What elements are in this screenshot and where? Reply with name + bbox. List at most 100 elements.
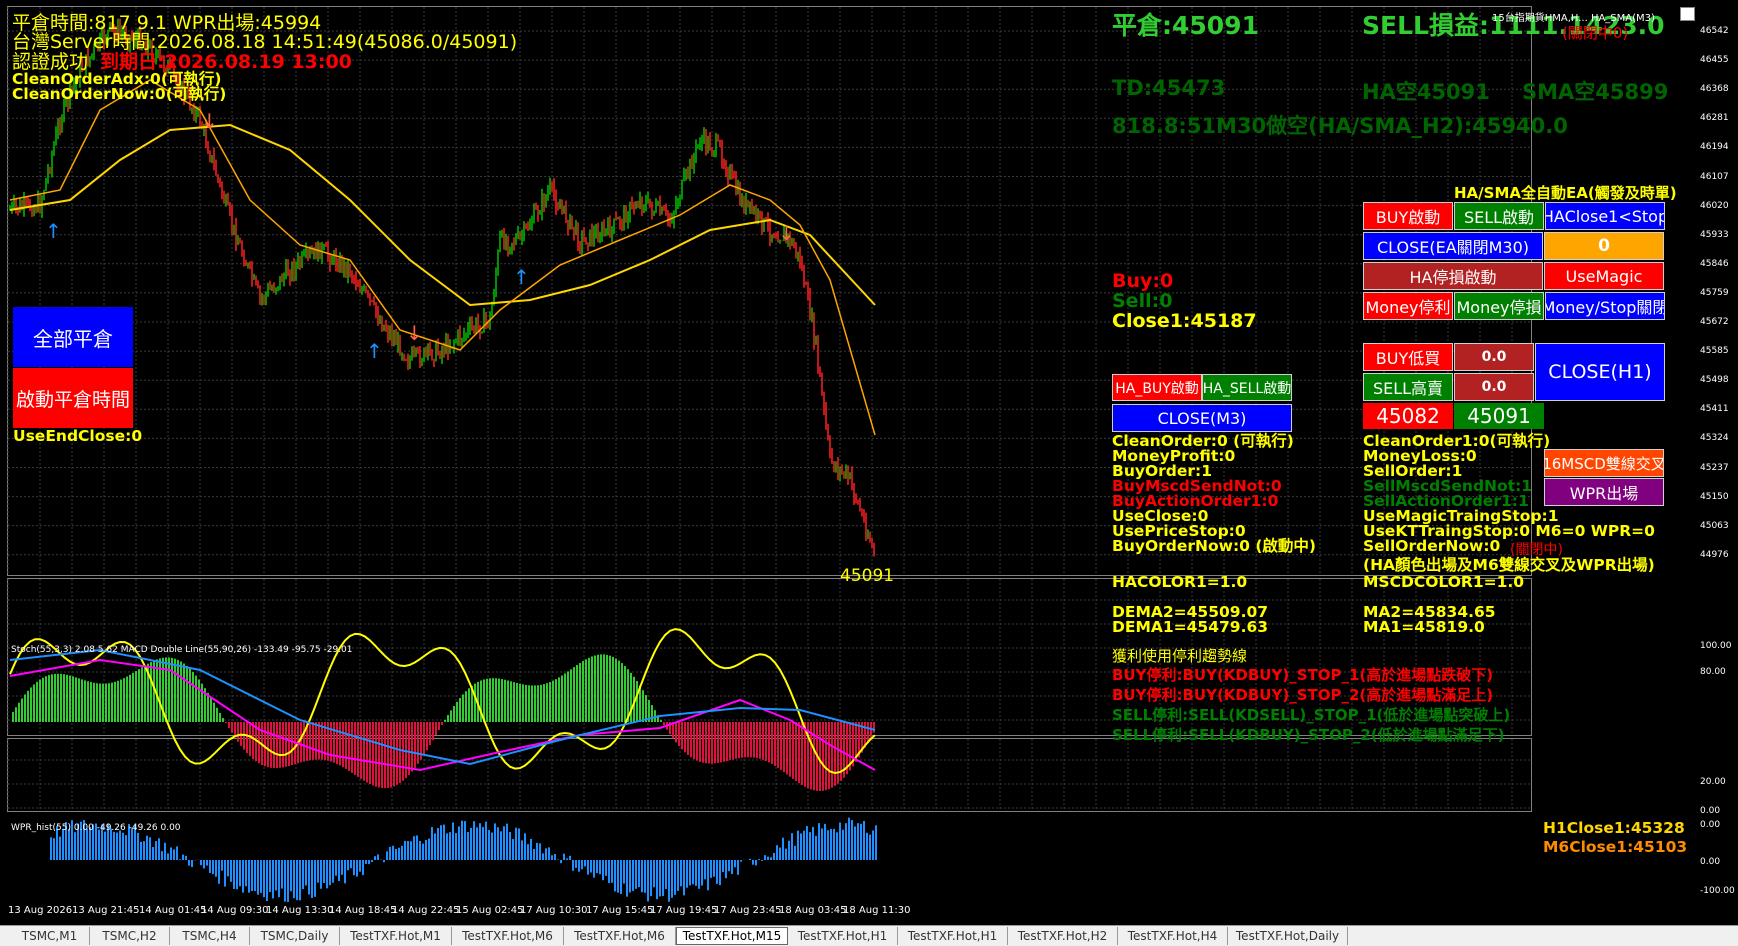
time-tick: 18 Aug 11:30 — [843, 905, 910, 916]
price-tick: 45759 — [1700, 288, 1738, 298]
buy-low-value[interactable]: 0.0 — [1454, 343, 1534, 371]
stoch-tick: 80.00 — [1700, 667, 1738, 677]
close-m3-button[interactable]: CLOSE(M3) — [1112, 404, 1292, 432]
ma1-value: MA1=45819.0 — [1363, 620, 1485, 635]
hacolor-value: HACOLOR1=1.0 — [1112, 575, 1247, 590]
chart-tab[interactable]: TestTXF.Hot,H2 — [1008, 927, 1118, 945]
stoch-tick: 0.00 — [1700, 806, 1738, 816]
close-h1-button[interactable]: CLOSE(H1) — [1535, 343, 1665, 401]
price-tick: 46107 — [1700, 172, 1738, 182]
stoch-label: Stoch(55,3,3) 2.08 5.62 MACD Double Line… — [11, 645, 353, 655]
price-tick: 44976 — [1700, 550, 1738, 560]
close-ea-button[interactable]: CLOSE(EA關閉M30) — [1363, 232, 1543, 260]
chart-tab[interactable]: TestTXF.Hot,H1 — [898, 927, 1008, 945]
chart-tab[interactable]: TSMC,H2 — [90, 927, 170, 945]
chart-tab[interactable]: TestTXF.Hot,H4 — [1118, 927, 1228, 945]
time-tick: 15 Aug 02:45 — [456, 905, 523, 916]
haclose-stop-button[interactable]: HAClose1<Stop — [1545, 202, 1665, 230]
wpr-tick: 0.00 — [1700, 820, 1738, 830]
sell-count: Sell:0 — [1112, 290, 1172, 312]
trend-line: SELL停利:SELL(KDSELL)_STOP_1(低於進場點突破上) — [1112, 704, 1510, 725]
chart-tab[interactable]: TestTXF.Hot,M6 — [564, 927, 676, 945]
price-tick: 45933 — [1700, 230, 1738, 240]
sell-start-button[interactable]: SELL啟動 — [1454, 202, 1544, 230]
use-end-close: UseEndClose:0 — [13, 429, 142, 444]
chart-tab[interactable]: TSMC,Daily — [250, 927, 340, 945]
price-tick: 45411 — [1700, 404, 1738, 414]
money-stop-button[interactable]: Money/Stop關閉 — [1545, 292, 1665, 320]
close-window-icon[interactable] — [1680, 7, 1695, 21]
price-tick: 45063 — [1700, 521, 1738, 531]
lock-status: (關閉中0) — [1562, 22, 1628, 43]
indicator-label: 15台指期貨HMA,H... HA_SMA(M3) — [1492, 9, 1655, 24]
svg-text:↑: ↑ — [513, 265, 530, 289]
price-tick: 45324 — [1700, 433, 1738, 443]
dema1-value: DEMA1=45479.63 — [1112, 620, 1268, 635]
wpr-label: WPR_hist(55) 0.00 -49.26 -49.26 0.00 — [11, 823, 181, 833]
stoch-tick: 20.00 — [1700, 777, 1738, 787]
h1close-value: H1Close1:45328 — [1543, 821, 1685, 836]
wpr-exit-button[interactable]: WPR出場 — [1544, 478, 1664, 506]
ha-stop-button[interactable]: HA停損啟動 — [1363, 262, 1543, 290]
money-loss-button[interactable]: Money停損 — [1454, 292, 1544, 320]
m6close-value: M6Close1:45103 — [1543, 840, 1687, 855]
ha-note: (HA顏色出場及M6雙線交叉及WPR出場) — [1363, 558, 1655, 573]
time-tick: 17 Aug 19:45 — [650, 905, 717, 916]
price-tick: 46020 — [1700, 201, 1738, 211]
time-tick: 17 Aug 23:45 — [714, 905, 781, 916]
time-tick: 14 Aug 01:45 — [139, 905, 206, 916]
chart-tab[interactable]: TestTXF.Hot,M15 — [676, 927, 788, 945]
svg-text:↓: ↓ — [201, 109, 218, 133]
buy-low-button[interactable]: BUY低買 — [1363, 343, 1453, 371]
sell-high-button[interactable]: SELL高賣 — [1363, 373, 1453, 401]
chart-tab[interactable]: TestTXF.Hot,M6 — [452, 927, 564, 945]
ha-buy-button[interactable]: HA_BUY啟動 — [1112, 374, 1202, 401]
svg-text:↑: ↑ — [366, 339, 383, 363]
close-all-button[interactable]: 全部平倉 — [13, 307, 133, 367]
clean-order-now: CleanOrderNow:0(可執行) — [12, 87, 226, 102]
ha-sell-button[interactable]: HA_SELL啟動 — [1202, 374, 1292, 401]
time-tick: 13 Aug 2026 — [8, 905, 72, 916]
msd-cross-button[interactable]: 16MSCD雙線交叉 — [1544, 449, 1664, 477]
start-close-time-button[interactable]: 啟動平倉時間 — [13, 368, 133, 428]
chart-tab[interactable]: TestTXF.Hot,M1 — [340, 927, 452, 945]
price-sell-value: 45091 — [1454, 403, 1544, 429]
price-buy-value: 45082 — [1363, 403, 1453, 429]
time-tick: 18 Aug 03:45 — [779, 905, 846, 916]
chart-tab[interactable]: TestTXF.Hot,Daily — [1228, 927, 1348, 945]
wpr-tick: 0.00 — [1700, 857, 1738, 867]
trend-line: BUY停利:BUY(KDBUY)_STOP_1(高於進場點跌破下) — [1112, 664, 1493, 685]
chart-tab[interactable]: TSMC,M1 — [10, 927, 90, 945]
wpr-tick: -100.00 — [1700, 886, 1738, 896]
price-tick: 45498 — [1700, 375, 1738, 385]
trend-line: SELL停利:SELL(KDBUY)_STOP_2(低於進場點滿足下) — [1112, 724, 1505, 745]
use-magic-button[interactable]: UseMagic — [1544, 262, 1664, 290]
right-status-line: SellOrderNow:0 — [1363, 539, 1500, 554]
price-plot: ↑ ↑ ↑ ↓ ↓ ↓ — [0, 0, 1738, 945]
time-tick: 14 Aug 22:45 — [392, 905, 459, 916]
sma-label: SMA空45899 — [1522, 76, 1668, 106]
svg-text:↓: ↓ — [778, 221, 795, 245]
close-ea-value[interactable]: 0 — [1544, 232, 1664, 260]
price-tick: 45585 — [1700, 346, 1738, 356]
money-profit-button[interactable]: Money停利 — [1363, 292, 1453, 320]
svg-text:↑: ↑ — [45, 219, 62, 243]
close-price-label: 平倉:45091 — [1112, 6, 1259, 42]
sell-high-value[interactable]: 0.0 — [1454, 373, 1534, 401]
trend-title: 獲利使用停利趨勢線 — [1112, 645, 1247, 666]
chart-tab[interactable]: TestTXF.Hot,H1 — [788, 927, 898, 945]
price-tick: 46542 — [1700, 26, 1738, 36]
time-tick: 14 Aug 13:30 — [266, 905, 333, 916]
price-tick: 46368 — [1700, 84, 1738, 94]
m30-label: 818.8:51M30做空(HA/SMA_H2):45940.0 — [1112, 110, 1568, 140]
chart-tab[interactable]: TSMC,H4 — [170, 927, 250, 945]
td-label: TD:45473 — [1112, 76, 1225, 100]
mid-status-line: BuyOrderNow:0 (啟動中) — [1112, 539, 1316, 554]
buy-start-button[interactable]: BUY啟動 — [1363, 202, 1453, 230]
svg-text:↓: ↓ — [406, 321, 423, 345]
price-tick: 46455 — [1700, 55, 1738, 65]
time-tick: 14 Aug 18:45 — [329, 905, 396, 916]
buy-count: Buy:0 — [1112, 270, 1173, 292]
price-tick: 45150 — [1700, 492, 1738, 502]
mscd-value: MSCDCOLOR1=1.0 — [1363, 575, 1524, 590]
